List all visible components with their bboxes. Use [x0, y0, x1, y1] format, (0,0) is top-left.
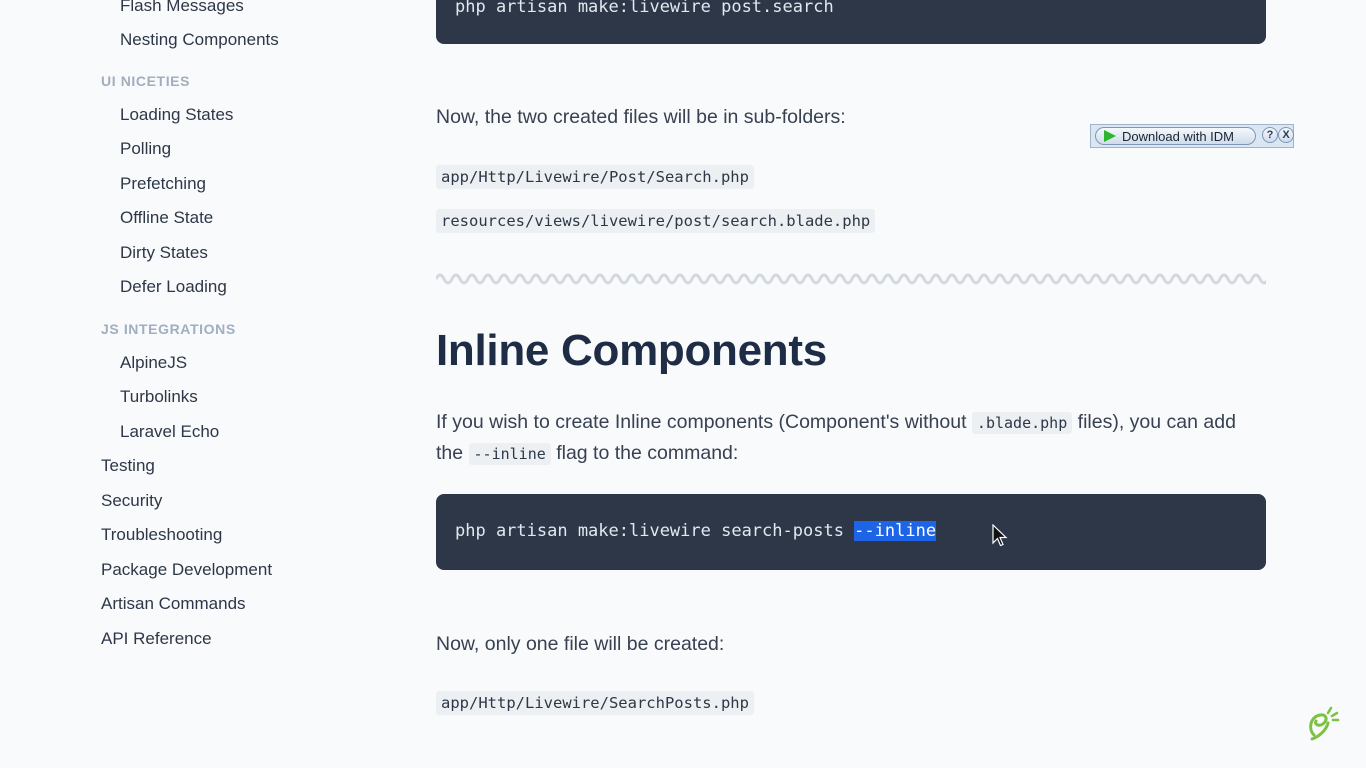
inline-components-paragraph: If you wish to create Inline components … [436, 407, 1256, 469]
play-icon [1104, 130, 1116, 142]
code-block-post-search[interactable]: php artisan make:livewire post.search [436, 0, 1266, 44]
sidebar-item-security[interactable]: Security [101, 491, 162, 511]
file-path-search-php: app/Http/Livewire/Post/Search.php [436, 165, 754, 189]
sidebar-item-laravel-echo[interactable]: Laravel Echo [120, 422, 219, 442]
sidebar-item-defer-loading[interactable]: Defer Loading [120, 277, 227, 297]
file-path-searchposts-php: app/Http/Livewire/SearchPosts.php [436, 691, 754, 715]
sidebar-item-prefetching[interactable]: Prefetching [120, 174, 206, 194]
sidebar-item-nesting-components[interactable]: Nesting Components [120, 30, 279, 50]
inline-code-inline-flag: --inline [468, 443, 551, 465]
mouse-cursor-icon [992, 524, 1008, 547]
sidebar-item-api-reference[interactable]: API Reference [101, 629, 212, 649]
inline-code-blade: .blade.php [971, 412, 1073, 434]
code-line: php artisan make:livewire search-posts -… [455, 521, 937, 541]
code-block-inline-command[interactable]: php artisan make:livewire search-posts -… [436, 494, 1266, 570]
idm-download-button[interactable]: Download with IDM [1095, 127, 1256, 145]
selected-text: --inline [854, 521, 937, 541]
leaf-logo-icon [1309, 706, 1340, 741]
sidebar-item-artisan-commands[interactable]: Artisan Commands [101, 594, 246, 614]
file-path-search-blade: resources/views/livewire/post/search.bla… [436, 209, 876, 233]
sidebar-item-alpinejs[interactable]: AlpineJS [120, 353, 187, 373]
idm-download-label: Download with IDM [1122, 129, 1234, 144]
one-file-paragraph: Now, only one file will be created: [436, 633, 725, 655]
sidebar-heading-js-integrations: JS INTEGRATIONS [101, 321, 236, 337]
paragraph-text: If you wish to create Inline components … [436, 411, 972, 433]
help-icon[interactable]: ? [1262, 127, 1278, 143]
sidebar-item-loading-states[interactable]: Loading States [120, 105, 233, 125]
idm-download-bar: Download with IDM ? X [1090, 124, 1294, 148]
sidebar-item-polling[interactable]: Polling [120, 139, 171, 159]
sidebar-item-turbolinks[interactable]: Turbolinks [120, 387, 198, 407]
close-icon[interactable]: X [1278, 127, 1294, 143]
sidebar-item-dirty-states[interactable]: Dirty States [120, 243, 208, 263]
wavy-divider [436, 273, 1266, 285]
sidebar-item-troubleshooting[interactable]: Troubleshooting [101, 525, 222, 545]
sidebar-heading-ui-niceties: UI NICETIES [101, 73, 191, 89]
command-text: php artisan make:livewire search-posts [455, 521, 855, 541]
sidebar-item-testing[interactable]: Testing [101, 456, 155, 476]
page-title: Inline Components [436, 326, 827, 375]
code-line: php artisan make:livewire post.search [455, 0, 834, 17]
paragraph-text: flag to the command: [550, 442, 739, 464]
docs-sidebar: Flash Messages Nesting Components UI NIC… [0, 0, 380, 768]
sidebar-item-offline-state[interactable]: Offline State [120, 208, 213, 228]
sidebar-item-package-development[interactable]: Package Development [101, 560, 272, 580]
sidebar-item-flash-messages[interactable]: Flash Messages [120, 0, 244, 16]
